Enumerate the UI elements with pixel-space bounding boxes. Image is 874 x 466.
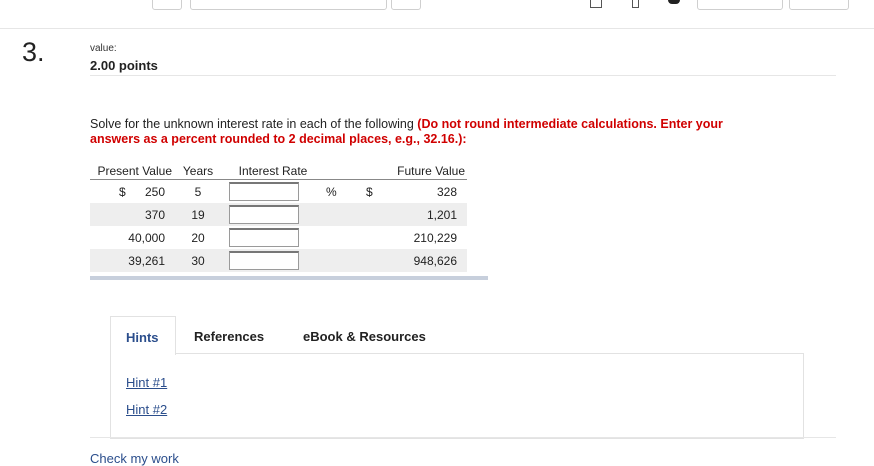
interest-rate-cell [224,249,322,272]
divider [90,437,836,438]
tab-hints[interactable]: Hints [110,316,176,355]
interest-rate-cell [224,226,322,249]
percent-spacer [322,249,344,272]
interest-rate-input-4[interactable] [229,251,299,270]
toolbar-button[interactable] [697,0,783,10]
tab-ebook-resources[interactable]: eBook & Resources [303,329,426,344]
table-row: $250 5 % $328 [90,180,467,204]
toolbar-button[interactable] [391,0,421,10]
header-spacer [322,163,344,180]
calculator-icon[interactable] [668,0,680,4]
years-cell: 20 [191,230,205,245]
future-value-cell: $328 [344,180,467,204]
present-value-cell: $250 [90,180,172,204]
instructions: Solve for the unknown interest rate in e… [90,117,740,147]
years-cell: 19 [172,203,224,226]
hint-link-1[interactable]: Hint #1 [126,375,167,390]
present-value-cell: 40,000 [128,230,165,245]
table-row: 40,000 20 210,229 [90,226,467,249]
interest-rate-input-3[interactable] [229,228,299,247]
table-bottom-bar [90,276,488,280]
divider [0,28,874,29]
future-value-cell: 948,626 [344,249,467,272]
currency-symbol: $ [366,184,373,199]
years-cell: 30 [172,249,224,272]
years-cell: 5 [194,184,202,199]
table-row: 370 19 1,201 [90,203,467,226]
instructions-text: Solve for the unknown interest rate in e… [90,117,418,131]
divider [90,75,836,76]
bookmark-icon[interactable] [632,0,639,8]
percent-spacer [322,203,344,226]
percent-symbol: % [326,184,337,199]
header-future-value: Future Value [344,163,467,180]
toolbar-button[interactable] [152,0,182,10]
present-value-cell: 370 [90,203,172,226]
print-icon[interactable] [590,0,602,8]
interest-rate-input-1[interactable] [229,182,299,201]
interest-rate-cell [224,180,322,204]
interest-rate-cell [224,203,322,226]
top-toolbar [0,0,874,12]
present-value: 250 [144,184,165,199]
toolbar-dropdown[interactable] [190,0,387,10]
interest-rate-input-2[interactable] [229,205,299,224]
future-value: 328 [436,184,457,199]
tab-hints-label: Hints [126,330,159,345]
question-number: 3. [22,37,45,67]
future-value-cell: 1,201 [344,203,467,226]
tab-references[interactable]: References [194,329,264,344]
header-years: Years [172,163,224,180]
table-row: 39,261 30 948,626 [90,249,467,272]
toolbar-button[interactable] [789,0,849,10]
points-value: 2.00 points [90,58,158,73]
hints-panel [110,353,804,439]
present-value-cell: 39,261 [90,249,172,272]
header-present-value: Present Value [90,163,172,180]
interest-rate-table: Present Value Years Interest Rate Future… [90,163,467,272]
hint-link-2[interactable]: Hint #2 [126,402,167,417]
percent-spacer [322,226,344,249]
value-label: value: [90,43,117,54]
header-interest-rate: Interest Rate [224,163,322,180]
future-value-cell: 210,229 [413,230,457,245]
currency-symbol: $ [119,184,126,199]
